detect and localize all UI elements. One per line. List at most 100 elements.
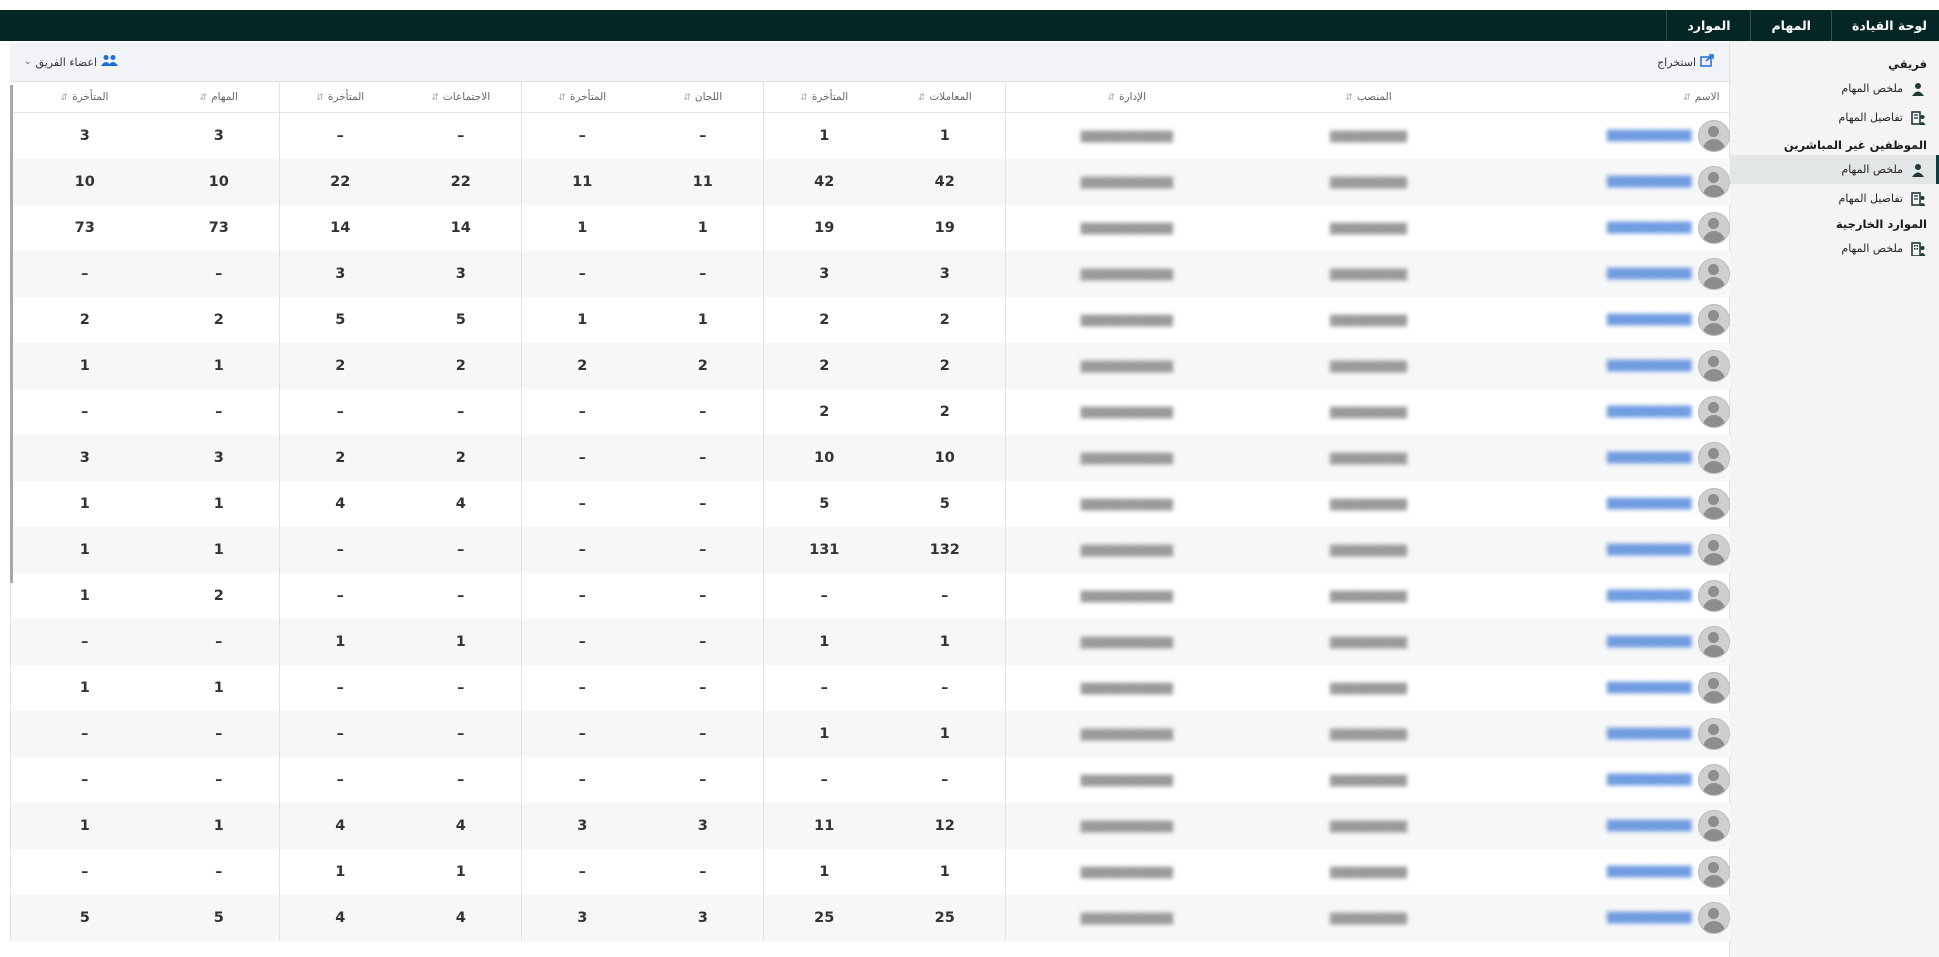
employee-name-cell[interactable]: ███████████ (1490, 113, 1730, 160)
count-cell: – (521, 849, 643, 895)
employee-name-link[interactable]: ███████████ (1607, 499, 1692, 510)
employee-name-link[interactable]: ███████████ (1607, 683, 1692, 694)
employee-name-cell[interactable]: ███████████ (1489, 803, 1730, 849)
table-row[interactable]: ███████████ ██████████ ████████████ – – – – – –2… (10, 573, 1730, 619)
employee-name-cell[interactable]: ███████████ (1490, 849, 1730, 895)
count-cell: – (699, 680, 707, 696)
count-cell: 1 (884, 711, 1006, 757)
count-cell: – (699, 404, 707, 420)
table-row[interactable]: ███████████ ██████████ ████████████ 42 42 11 1… (10, 159, 1730, 205)
employee-name-cell[interactable]: ███████████ (1489, 895, 1730, 941)
table-row[interactable]: ███████████ ██████████ ████████████ 2 2– – – – –… (10, 389, 1730, 435)
col-header-tasks-late[interactable]: المتأخرة⇵ (10, 82, 159, 113)
sidebar-item-my-team-details[interactable]: تفاصيل المهام (1730, 103, 1939, 132)
col-header-tasks[interactable]: المهام⇵ (158, 82, 280, 113)
employee-name-link[interactable]: ███████████ (1607, 453, 1692, 464)
employee-name-cell[interactable]: ███████████ (1490, 389, 1730, 435)
employee-name-link[interactable]: ███████████ (1607, 407, 1692, 418)
nav-tasks[interactable]: المهام (1750, 10, 1830, 41)
count-cell: – (521, 619, 643, 665)
col-header-committees-late[interactable]: المتأخرة⇵ (521, 82, 643, 113)
table-row[interactable]: ███████████ ██████████ ████████████ 5 5– –4 4 1… (10, 481, 1730, 527)
count-cell: 11 (521, 159, 643, 205)
table-row[interactable]: ███████████ ██████████ ████████████ 1 1– – – – –… (10, 711, 1730, 757)
count-cell: 10 (158, 159, 280, 205)
employee-name-link[interactable]: ███████████ (1607, 637, 1692, 648)
employee-name-link[interactable]: ███████████ (1607, 867, 1692, 878)
count-cell: 2 (400, 343, 522, 389)
table-row[interactable]: ███████████ ██████████ ████████████ – – – – – –1… (10, 665, 1730, 711)
export-button[interactable]: استخراج (1657, 54, 1715, 70)
nav-dashboard[interactable]: لوحة القيادة (1830, 10, 1939, 41)
employee-department-cell: ████████████ (1005, 251, 1248, 297)
col-header-name[interactable]: الاسم⇵ (1489, 82, 1730, 113)
employee-name-link[interactable]: ███████████ (1607, 361, 1692, 372)
col-header-transactions[interactable]: المعاملات⇵ (884, 82, 1006, 113)
employee-name-link[interactable]: ███████████ (1607, 177, 1692, 188)
employee-department-cell: ████████████ (1005, 573, 1248, 619)
table-row[interactable]: ███████████ ██████████ ████████████ 2 2 2 2 2 2 1… (10, 343, 1730, 389)
employee-position-cell: ██████████ (1330, 408, 1407, 419)
employee-name-cell[interactable]: ███████████ (1489, 343, 1730, 389)
sidebar-item-my-team-summary[interactable]: ملخص المهام (1730, 74, 1939, 103)
employee-name-link[interactable]: ███████████ (1607, 821, 1692, 832)
table-row[interactable]: ███████████ ██████████ ████████████ 10 10– –2… (10, 435, 1730, 481)
table-row[interactable]: ███████████ ██████████ ████████████ 2 2 1 1 5 5 2… (10, 297, 1730, 343)
table-row[interactable]: ███████████ ██████████ ████████████ 25 25 3 3 4… (10, 895, 1730, 941)
count-cell: – (699, 772, 707, 788)
count-cell: – (521, 527, 643, 573)
col-header-department[interactable]: الإدارة⇵ (1005, 82, 1248, 113)
table-row[interactable]: ███████████ ██████████ ████████████ 1 1– –1 1–… (10, 619, 1730, 665)
employee-name-link[interactable]: ███████████ (1607, 223, 1692, 234)
table-row[interactable]: ███████████ ██████████ ████████████ 132 131–… (10, 527, 1730, 573)
table-row[interactable]: ███████████ ██████████ ████████████ 1 1– – – –3… (10, 112, 1730, 160)
col-header-transactions-late[interactable]: المتأخرة⇵ (763, 82, 885, 113)
count-cell: 1 (213, 680, 224, 696)
employee-name-cell[interactable]: ███████████ (1490, 297, 1730, 343)
col-header-meetings[interactable]: الاجتماعات⇵ (400, 82, 522, 113)
toolbar: ⌄ اعضاء الفريق استخراج (10, 43, 1729, 82)
col-header-committees[interactable]: اللجان⇵ (642, 82, 764, 113)
employee-name-cell[interactable]: ███████████ (1490, 205, 1730, 251)
employee-department-cell: ████████████ (1005, 297, 1248, 343)
count-cell: – (763, 665, 885, 711)
nav-resources[interactable]: الموارد (1666, 10, 1750, 41)
employee-name-link[interactable]: ███████████ (1607, 269, 1692, 280)
table-row[interactable]: ███████████ ██████████ ████████████ 3 3– –3 3–… (10, 251, 1730, 297)
count-cell: 5 (279, 297, 401, 343)
employee-name-cell[interactable]: ███████████ (1489, 711, 1730, 757)
employee-name-link[interactable]: ███████████ (1607, 131, 1692, 142)
employee-name-link[interactable]: ███████████ (1607, 775, 1692, 786)
employee-name-link[interactable]: ███████████ (1607, 315, 1692, 326)
table-row[interactable]: ███████████ ██████████ ████████████ 12 11 3 3 4… (10, 803, 1730, 849)
col-header-position[interactable]: المنصب⇵ (1247, 82, 1490, 113)
table-row[interactable]: ███████████ ██████████ ████████████ 19 19 1 1 1… (10, 205, 1730, 251)
employee-name-link[interactable]: ███████████ (1607, 913, 1692, 924)
count-cell: 2 (939, 312, 950, 328)
employee-name-cell[interactable]: ███████████ (1489, 251, 1730, 297)
sidebar-item-indirect-summary[interactable]: ملخص المهام (1730, 155, 1939, 184)
table-row[interactable]: ███████████ ██████████ ████████████ 1 1– –1 1–… (10, 849, 1730, 895)
employee-name-link[interactable]: ███████████ (1607, 729, 1692, 740)
employee-department-cell: ████████████ (1005, 619, 1248, 665)
sidebar-item-external-summary[interactable]: ملخص المهام (1730, 234, 1939, 263)
scrollbar[interactable] (10, 85, 13, 583)
employee-name-cell[interactable]: ███████████ (1490, 757, 1730, 803)
employee-name-cell[interactable]: ███████████ (1489, 619, 1730, 665)
employee-department-cell: ████████████ (1005, 711, 1248, 757)
employee-name-cell[interactable]: ███████████ (1489, 159, 1730, 205)
employee-name-cell[interactable]: ███████████ (1489, 527, 1730, 573)
employee-name-cell[interactable]: ███████████ (1490, 481, 1730, 527)
team-members-dropdown[interactable]: ⌄ اعضاء الفريق (24, 54, 119, 71)
employee-name-cell[interactable]: ███████████ (1489, 435, 1730, 481)
sidebar-item-indirect-details[interactable]: تفاصيل المهام (1730, 184, 1939, 213)
employee-name-link[interactable]: ███████████ (1607, 545, 1692, 556)
employee-name-cell[interactable]: ███████████ (1490, 665, 1730, 711)
count-cell: 1 (279, 619, 401, 665)
avatar (1697, 442, 1730, 474)
table-row[interactable]: ███████████ ██████████ ████████████ – – – – – – –… (10, 757, 1730, 803)
employee-name-cell[interactable]: ███████████ (1490, 573, 1730, 619)
count-cell: – (215, 404, 223, 420)
employee-name-link[interactable]: ███████████ (1607, 591, 1692, 602)
col-header-meetings-late[interactable]: المتأخرة⇵ (279, 82, 401, 113)
